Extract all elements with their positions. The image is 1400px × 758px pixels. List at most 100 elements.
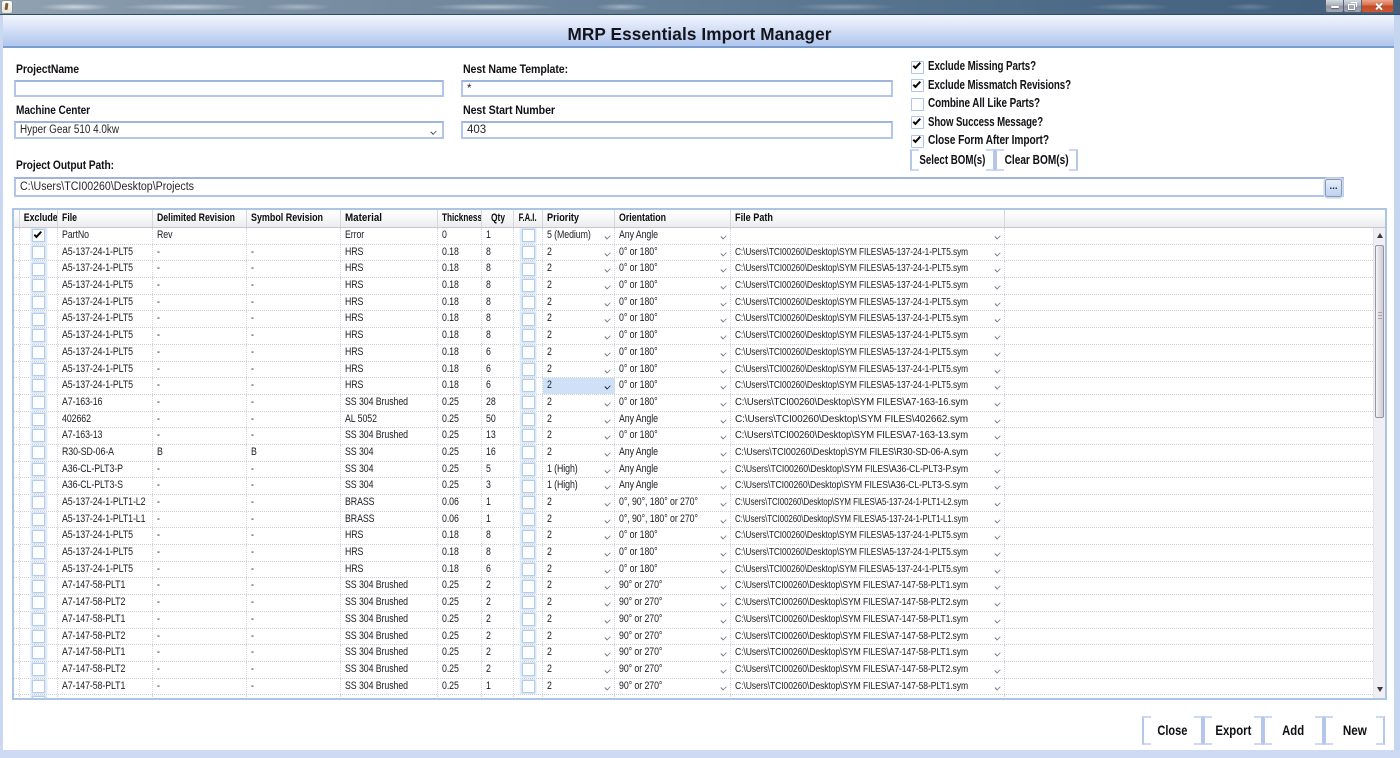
exclude-checkbox[interactable]	[32, 413, 45, 426]
exclude-checkbox[interactable]	[32, 346, 45, 359]
fai-checkbox[interactable]	[522, 313, 535, 326]
file-path-dropdown[interactable]: C:\Users\TCI00260\Desktop\SYM FILES\A5-1…	[731, 512, 1005, 528]
exclude-checkbox[interactable]	[32, 596, 45, 609]
priority-dropdown[interactable]: 2	[543, 412, 615, 428]
project-name-input[interactable]	[14, 80, 444, 97]
orientation-dropdown[interactable]: 0° or 180°	[615, 328, 731, 344]
priority-dropdown[interactable]: 2	[543, 445, 615, 461]
file-path-dropdown[interactable]: C:\Users\TCI00260\Desktop\SYM FILES\A5-1…	[731, 362, 1005, 378]
orientation-dropdown[interactable]: 90° or 270°	[615, 679, 731, 695]
orientation-dropdown[interactable]: 90° or 270°	[615, 595, 731, 611]
priority-dropdown[interactable]: 2	[543, 545, 615, 561]
priority-dropdown[interactable]: 2	[543, 395, 615, 411]
priority-dropdown[interactable]: 2	[543, 629, 615, 645]
priority-dropdown[interactable]: 1 (High)	[543, 462, 615, 478]
exclude-checkbox[interactable]	[32, 379, 45, 392]
exclude-checkbox[interactable]	[32, 363, 45, 376]
orientation-dropdown[interactable]: 90° or 270°	[615, 612, 731, 628]
scroll-down-button[interactable]	[1374, 681, 1386, 698]
column-header-f-a-i[interactable]: F.A.I.	[514, 210, 543, 227]
exclude-checkbox[interactable]	[32, 446, 45, 459]
exclude-checkbox[interactable]	[32, 513, 45, 526]
machine-center-select[interactable]: Hyper Gear 510 4.0kw	[14, 121, 444, 139]
priority-dropdown[interactable]: 2	[543, 345, 615, 361]
priority-dropdown[interactable]: 2	[543, 679, 615, 695]
exclude-checkbox[interactable]	[32, 396, 45, 409]
priority-dropdown[interactable]: 2	[543, 612, 615, 628]
exclude-checkbox[interactable]	[32, 329, 45, 342]
fai-checkbox[interactable]	[522, 413, 535, 426]
fai-checkbox[interactable]	[522, 663, 535, 676]
exclude-checkbox[interactable]	[32, 279, 45, 292]
titlebar[interactable]	[0, 0, 1400, 15]
file-path-dropdown[interactable]: C:\Users\TCI00260\Desktop\SYM FILES\A36-…	[731, 478, 1005, 494]
exclude-checkbox[interactable]	[32, 663, 45, 676]
exclude-checkbox[interactable]	[32, 263, 45, 276]
priority-dropdown[interactable]: 2	[543, 311, 615, 327]
priority-dropdown[interactable]: 2	[543, 578, 615, 594]
priority-dropdown[interactable]: 2	[543, 328, 615, 344]
exclude-checkbox[interactable]	[32, 463, 45, 476]
exclude-checkbox[interactable]	[32, 546, 45, 559]
exclude-checkbox[interactable]	[32, 580, 45, 593]
priority-dropdown[interactable]: 2	[543, 428, 615, 444]
close-button[interactable]	[1361, 0, 1394, 13]
priority-dropdown[interactable]: 2	[543, 645, 615, 661]
select-bom-button[interactable]: Select BOM(s)	[910, 149, 995, 171]
fai-checkbox[interactable]	[522, 513, 535, 526]
priority-dropdown[interactable]: 2	[543, 261, 615, 277]
exclude-checkbox[interactable]	[32, 630, 45, 643]
orientation-dropdown[interactable]: 0° or 180°	[615, 528, 731, 544]
fai-checkbox[interactable]	[522, 580, 535, 593]
option-checkbox-3[interactable]	[911, 98, 924, 111]
priority-dropdown[interactable]: 2	[543, 528, 615, 544]
file-path-dropdown[interactable]: C:\Users\TCI00260\Desktop\SYM FILES\A7-1…	[731, 612, 1005, 628]
exclude-checkbox[interactable]	[32, 563, 45, 576]
fai-checkbox[interactable]	[522, 480, 535, 493]
file-path-dropdown[interactable]: C:\Users\TCI00260\Desktop\SYM FILES\A5-1…	[731, 328, 1005, 344]
file-path-dropdown[interactable]: C:\Users\TCI00260\Desktop\SYM FILES\A7-1…	[731, 428, 1005, 444]
option-checkbox-4[interactable]	[911, 116, 924, 129]
file-path-dropdown[interactable]	[731, 228, 1005, 244]
exclude-checkbox[interactable]	[32, 429, 45, 442]
column-header-exclude[interactable]: Exclude	[20, 210, 58, 227]
add-button[interactable]: Add	[1263, 716, 1324, 745]
file-path-dropdown[interactable]: C:\Users\TCI00260\Desktop\SYM FILES\A7-1…	[731, 645, 1005, 661]
exclude-checkbox[interactable]	[32, 229, 45, 242]
file-path-dropdown[interactable]: C:\Users\TCI00260\Desktop\SYM FILES\A36-…	[731, 462, 1005, 478]
column-header-file[interactable]: File	[58, 210, 153, 227]
fai-checkbox[interactable]	[522, 279, 535, 292]
close-button[interactable]: Close	[1142, 716, 1203, 745]
orientation-dropdown[interactable]: Any Angle	[615, 462, 731, 478]
fai-checkbox[interactable]	[522, 229, 535, 242]
priority-dropdown[interactable]: 2	[543, 278, 615, 294]
exclude-checkbox[interactable]	[32, 480, 45, 493]
orientation-dropdown[interactable]: 90° or 270°	[615, 662, 731, 678]
orientation-dropdown[interactable]: 90° or 270°	[615, 578, 731, 594]
priority-dropdown[interactable]: 2	[543, 512, 615, 528]
project-output-path-input[interactable]: C:\Users\TCI00260\Desktop\Projects	[14, 177, 1344, 197]
fai-checkbox[interactable]	[522, 463, 535, 476]
file-path-dropdown[interactable]: C:\Users\TCI00260\Desktop\SYM FILES\A7-1…	[731, 395, 1005, 411]
exclude-checkbox[interactable]	[32, 696, 45, 698]
file-path-dropdown[interactable]: C:\Users\TCI00260\Desktop\SYM FILES\A5-1…	[731, 261, 1005, 277]
column-header-qty[interactable]: Qty	[482, 210, 514, 227]
fai-checkbox[interactable]	[522, 379, 535, 392]
column-header-material[interactable]: Material	[341, 210, 438, 227]
fai-checkbox[interactable]	[522, 429, 535, 442]
fai-checkbox[interactable]	[522, 396, 535, 409]
export-button[interactable]: Export	[1203, 716, 1263, 745]
file-path-dropdown[interactable]: C:\Users\TCI00260\Desktop\SYM FILES\A5-1…	[731, 311, 1005, 327]
priority-dropdown[interactable]: 2	[543, 662, 615, 678]
exclude-checkbox[interactable]	[32, 646, 45, 659]
priority-dropdown[interactable]: 2	[543, 362, 615, 378]
new-button[interactable]: New	[1324, 716, 1385, 745]
fai-checkbox[interactable]	[522, 563, 535, 576]
column-header-priority[interactable]: Priority	[543, 210, 615, 227]
option-checkbox-1[interactable]	[911, 61, 924, 74]
orientation-dropdown[interactable]: 0°, 90°, 180° or 270°	[615, 495, 731, 511]
exclude-checkbox[interactable]	[32, 496, 45, 509]
orientation-dropdown[interactable]: 90° or 270°	[615, 645, 731, 661]
file-path-dropdown[interactable]: C:\Users\TCI00260\Desktop\SYM FILES\A5-1…	[731, 495, 1005, 511]
fai-checkbox[interactable]	[522, 496, 535, 509]
